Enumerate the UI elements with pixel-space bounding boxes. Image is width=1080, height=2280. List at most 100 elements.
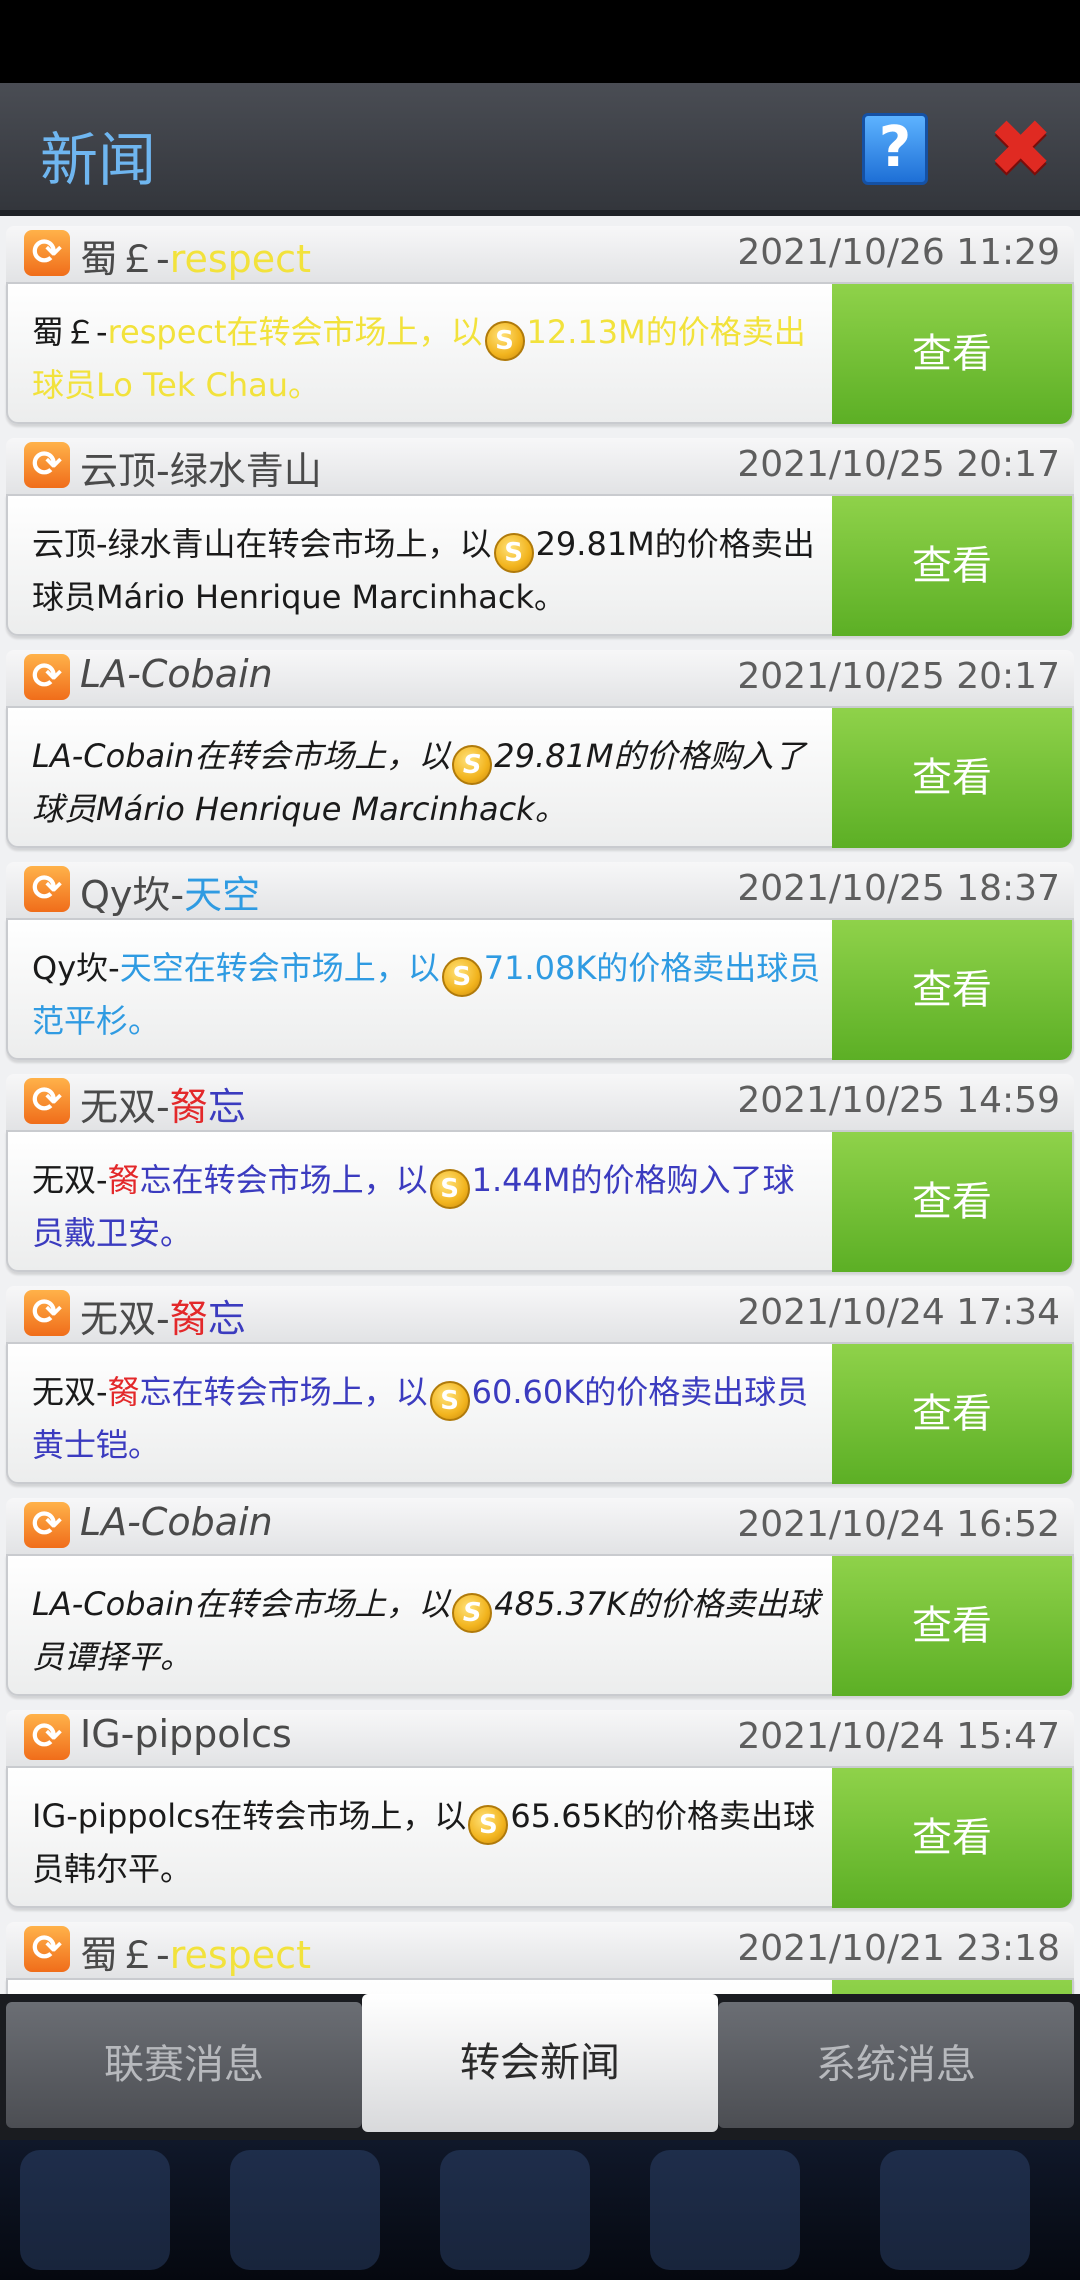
news-item: ⟳ Qy坎-天空 2021/10/25 18:37 Qy坎-天空在转会市场上，以 S 71… [0,852,1080,1064]
view-button[interactable]: 查看 [832,1556,1072,1696]
news-item-header: ⟳ Qy坎-天空 2021/10/25 18:37 [6,862,1074,918]
title-segment: 忘 [207,1297,246,1341]
title-segment: 云顶-绿水青山 [80,449,322,493]
news-item-header: ⟳ 云顶-绿水青山 2021/10/25 20:17 [6,438,1074,494]
transfer-icon: ⟳ [24,1078,70,1124]
coin-icon: S [452,745,493,785]
transfer-icon: ⟳ [24,866,70,912]
view-button[interactable]: 查看 [832,708,1072,848]
close-icon[interactable]: ✖ [988,110,1053,188]
news-item-text: 无双-胬忘在转会市场上，以 S 60.60K的价格卖出球员黄士铠。 [32,1368,822,1469]
title-segment: LA-Cobain [80,1500,273,1544]
text-segment: 胬 [107,1161,140,1199]
tab-system-news[interactable]: 系统消息 [718,2002,1074,2128]
view-button[interactable]: 查看 [832,1768,1072,1908]
transfer-icon: ⟳ [24,1714,70,1760]
nav-icon[interactable] [650,2150,800,2270]
news-item-date: 2021/10/21 23:18 [737,1928,1060,1969]
news-item: ⟳ IG-pippolcs 2021/10/24 15:47 IG-pippolcs在… [0,1700,1080,1912]
news-item-title: 无双-胬忘 [80,1076,246,1131]
title-segment: 胬 [169,1297,208,1341]
news-item-date: 2021/10/25 18:37 [737,868,1060,909]
text-segment: 忘在转会市场上，以 [139,1373,428,1411]
news-list[interactable]: ⟳ 蜀￡-respect 2021/10/26 11:29 蜀￡-respect在转会… [0,216,1080,1994]
title-segment: 蜀￡- [80,1933,170,1977]
title-segment: 无双- [80,1297,170,1341]
status-bar [0,0,1080,83]
page-title: 新闻 [40,126,157,194]
news-item-body: 无双-胬忘在转会市场上，以 S 60.60K的价格卖出球员黄士铠。 查看 [6,1342,1074,1484]
title-segment: 天空 [184,873,261,917]
news-item: ⟳ 蜀￡-respect 2021/10/26 11:29 蜀￡-respect在转会… [0,216,1080,428]
news-item-body: LA-Cobain在转会市场上，以 S 485.37K的价格卖出球员谭择平。 查看 [6,1554,1074,1696]
news-item-text: LA-Cobain在转会市场上，以 S 485.37K的价格卖出球员谭择平。 [32,1580,822,1681]
transfer-icon: ⟳ [24,1502,70,1548]
nav-icon[interactable] [20,2150,170,2270]
news-item: ⟳ 云顶-绿水青山 2021/10/25 20:17 云顶-绿水青山在转会市场上，以 S… [0,428,1080,640]
news-item: ⟳ 无双-胬忘 2021/10/24 17:34 无双-胬忘在转会市场上，以 S 60.6… [0,1276,1080,1488]
transfer-icon: ⟳ [24,230,70,276]
news-item-header: ⟳ 无双-胬忘 2021/10/24 17:34 [6,1286,1074,1342]
news-item-title: LA-Cobain [80,1500,273,1544]
news-item-text: Qy坎-天空在转会市场上，以 S 71.08K的价格卖出球员范平杉。 [32,944,822,1045]
news-item-title: IG-pippolcs [80,1712,292,1756]
bottom-nav [0,2140,1080,2280]
text-segment: 无双- [32,1161,108,1199]
text-segment: respect在转会市场上，以 [107,313,483,351]
coin-icon: S [484,321,525,361]
transfer-icon: ⟳ [24,1926,70,1972]
news-item-title: LA-Cobain [80,652,273,696]
view-button[interactable]: 查看 [832,1132,1072,1272]
news-item-text: 蜀￡-respect在转会市场上，以 S 12.13M的价格卖出球员Lo Tek C… [32,308,822,409]
tab-league-news[interactable]: 联赛消息 [6,2002,362,2128]
news-item-body: 蜀￡-respect在转会市场上，以 S 12.13M的价格卖出球员Lo Tek C… [6,282,1074,424]
nav-icon[interactable] [440,2150,590,2270]
news-item-date: 2021/10/24 16:52 [737,1504,1060,1545]
nav-icon[interactable] [230,2150,380,2270]
text-segment: 忘在转会市场上，以 [139,1161,428,1199]
news-item: ⟳ 无双-胬忘 2021/10/25 14:59 无双-胬忘在转会市场上，以 S 1.44… [0,1064,1080,1276]
title-segment: 蜀￡- [80,237,170,281]
coin-icon: S [429,1169,470,1209]
tab-bar: 联赛消息 转会新闻 系统消息 [0,1994,1080,2140]
view-button[interactable]: 查看 [832,496,1072,636]
news-item-body: 查看 [6,1978,1074,1994]
news-item-date: 2021/10/24 17:34 [737,1292,1060,1333]
news-item-header: ⟳ 蜀￡-respect 2021/10/21 23:18 [6,1922,1074,1978]
view-button[interactable]: 查看 [832,1980,1072,1994]
news-item-header: ⟳ 无双-胬忘 2021/10/25 14:59 [6,1074,1074,1130]
news-header: 新闻 ? ✖ [0,83,1080,216]
text-segment: LA-Cobain在转会市场上，以 [32,737,451,775]
transfer-icon: ⟳ [24,442,70,488]
tab-transfer-news[interactable]: 转会新闻 [362,1994,718,2132]
news-item-header: ⟳ LA-Cobain 2021/10/25 20:17 [6,650,1074,706]
title-segment: 无双- [80,1085,170,1129]
text-segment: 胬 [107,1373,140,1411]
view-button[interactable]: 查看 [832,1344,1072,1484]
news-item-body: Qy坎-天空在转会市场上，以 S 71.08K的价格卖出球员范平杉。 查看 [6,918,1074,1060]
news-item-text: 无双-胬忘在转会市场上，以 S 1.44M的价格购入了球员戴卫安。 [32,1156,822,1257]
text-segment: 天空在转会市场上，以 [119,949,440,987]
view-button[interactable]: 查看 [832,284,1072,424]
news-item-date: 2021/10/25 20:17 [737,444,1060,485]
news-item-header: ⟳ LA-Cobain 2021/10/24 16:52 [6,1498,1074,1554]
text-segment: 蜀￡- [32,313,108,351]
text-segment: IG-pippolcs在转会市场上，以 [32,1797,467,1835]
news-item-body: IG-pippolcs在转会市场上，以 S 65.65K的价格卖出球员韩尔平。 查看 [6,1766,1074,1908]
title-segment: Qy坎- [80,873,185,917]
coin-icon: S [441,957,482,997]
news-item-text: IG-pippolcs在转会市场上，以 S 65.65K的价格卖出球员韩尔平。 [32,1792,822,1893]
news-item-header: ⟳ IG-pippolcs 2021/10/24 15:47 [6,1710,1074,1766]
coin-icon: S [429,1381,470,1421]
news-item-date: 2021/10/25 14:59 [737,1080,1060,1121]
nav-icon[interactable] [880,2150,1030,2270]
title-segment: 胬 [169,1085,208,1129]
transfer-icon: ⟳ [24,654,70,700]
help-icon[interactable]: ? [862,113,928,185]
news-item: ⟳蜀￡-respect 2021/10/21 23:18 查看 [0,1912,1080,1994]
news-item-body: 云顶-绿水青山在转会市场上，以 S 29.81M的价格卖出球员Mário Henri… [6,494,1074,636]
view-button[interactable]: 查看 [832,920,1072,1060]
title-segment: IG-pippolcs [80,1712,292,1756]
coin-icon: S [452,1593,493,1633]
news-item-body: 无双-胬忘在转会市场上，以 S 1.44M的价格购入了球员戴卫安。 查看 [6,1130,1074,1272]
